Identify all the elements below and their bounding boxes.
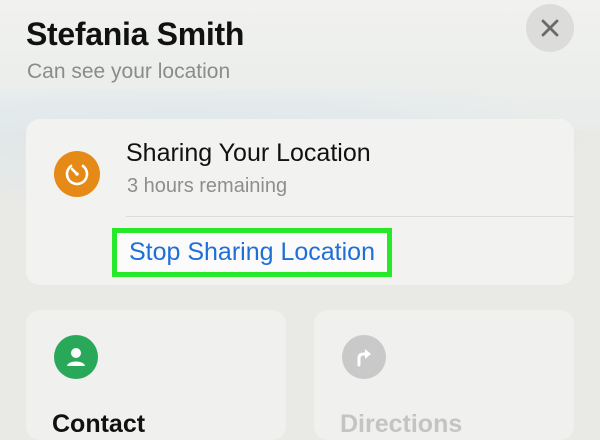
time-remaining: 3 hours remaining	[127, 175, 288, 197]
contact-name: Stefania Smith	[26, 16, 245, 52]
contact-subtitle: Can see your location	[27, 60, 231, 83]
timer-icon	[54, 151, 100, 197]
directions-button[interactable]: Directions	[314, 310, 574, 440]
sharing-card: Sharing Your Location 3 hours remaining …	[26, 119, 574, 285]
contact-label: Contact	[52, 410, 146, 438]
stop-sharing-label: Stop Sharing Location	[128, 238, 375, 266]
sharing-title: Sharing Your Location	[126, 139, 371, 167]
stop-sharing-button[interactable]: Stop Sharing Location	[112, 228, 392, 277]
directions-arrow-icon	[342, 335, 386, 379]
contact-button[interactable]: Contact	[26, 310, 286, 440]
directions-label: Directions	[340, 410, 463, 438]
divider	[126, 216, 574, 217]
close-button[interactable]	[526, 4, 574, 52]
close-icon	[541, 19, 559, 37]
person-icon	[54, 335, 98, 379]
